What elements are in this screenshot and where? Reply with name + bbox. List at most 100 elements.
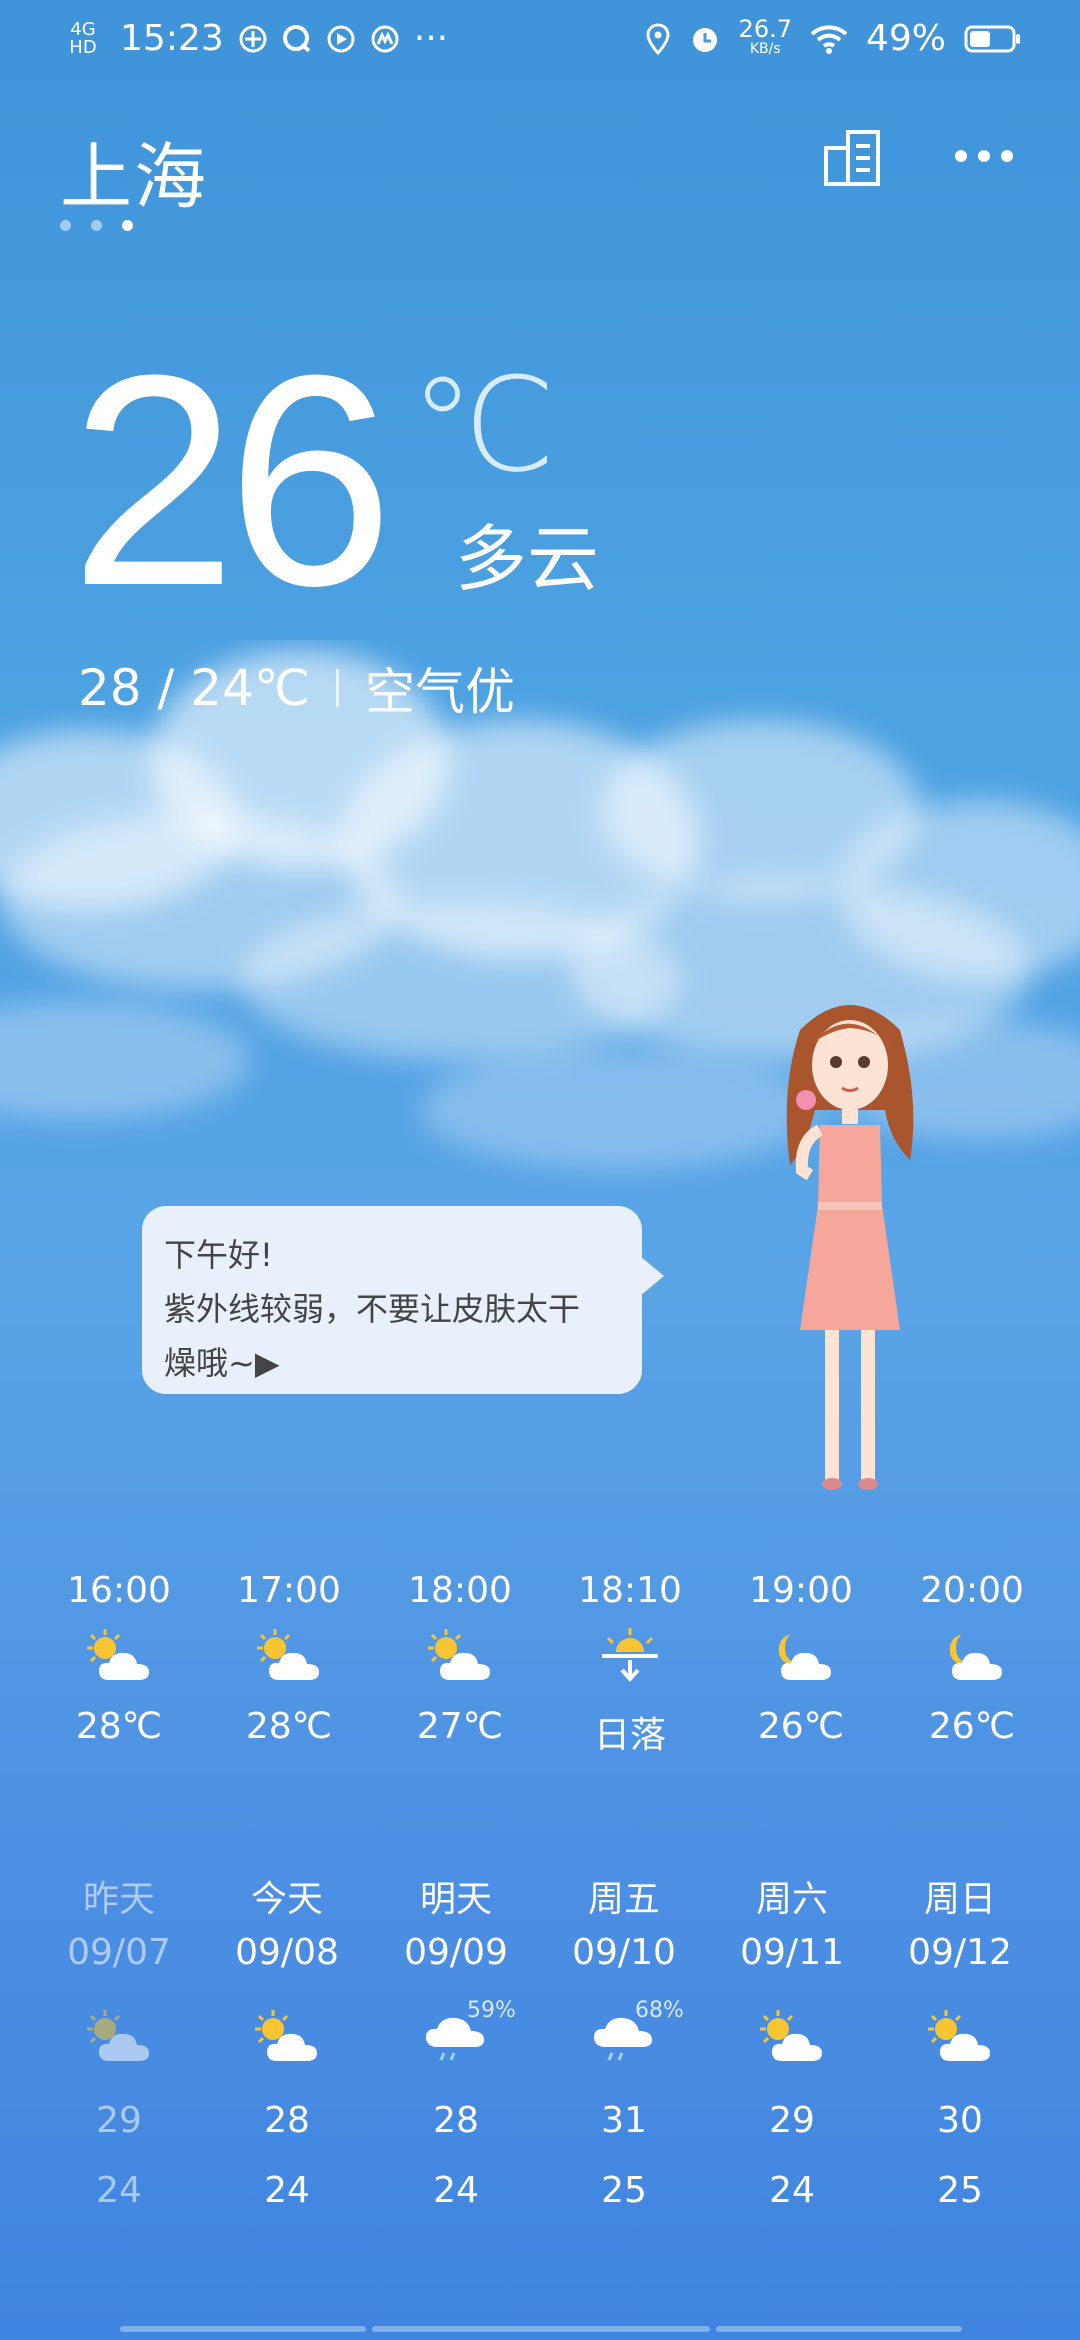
- hour-time: 18:10: [578, 1570, 682, 1611]
- city-manage-button[interactable]: [822, 128, 884, 192]
- day-high: 28: [433, 2100, 479, 2141]
- assistant-speech-bubble[interactable]: 下午好! 紫外线较弱，不要让皮肤太干 燥哦~▶: [142, 1206, 664, 1394]
- day-high: 30: [937, 2100, 983, 2141]
- hour-time: 17:00: [237, 1570, 341, 1611]
- building-icon: [824, 130, 880, 186]
- hour-temperature: 28℃: [75, 1706, 163, 1747]
- status-bar: 4G HD 15:23 ··· 26.7 KB/s 49%: [0, 0, 1080, 84]
- precip-probability: 68%: [635, 1998, 684, 2023]
- assistant-character[interactable]: [770, 990, 930, 1510]
- hour-time: 20:00: [920, 1570, 1024, 1611]
- day-name: 明天: [419, 1879, 492, 1920]
- hourly-forecast[interactable]: 16:00 28℃ 17:00 28℃ 18:00 27℃ 18:10 日落 1…: [0, 1570, 1080, 1770]
- greeting-text: 下午好!: [164, 1236, 273, 1274]
- location-icon: [645, 22, 671, 55]
- day-high: 29: [769, 2100, 815, 2141]
- qq-browser-icon: [282, 24, 312, 54]
- clock: 15:23: [120, 18, 224, 59]
- partly-cloudy-day-icon: [707, 1992, 877, 2082]
- weather-condition: 多云: [455, 517, 600, 601]
- day-date: 09/08: [235, 1932, 339, 1973]
- app-notification-icon: [370, 24, 400, 54]
- speed-value: 26.7: [738, 14, 792, 43]
- hour-temperature: 26℃: [757, 1706, 845, 1747]
- weather-screen: 4G HD 15:23 ··· 26.7 KB/s 49% 上海 26 ℃ 多云…: [0, 0, 1080, 2340]
- day-low: 25: [937, 2170, 983, 2211]
- hour-temperature: 28℃: [245, 1706, 333, 1747]
- wifi-icon: [810, 24, 848, 54]
- day-low: 24: [769, 2170, 815, 2211]
- daily-item[interactable]: 今天 09/08 28 24: [202, 1870, 372, 2211]
- partly-cloudy-day-icon: [34, 1992, 204, 2082]
- high-low-temperature: 28 / 24℃: [78, 659, 311, 717]
- more-options-button[interactable]: [954, 148, 1014, 167]
- partly-cloudy-day-icon: [34, 1614, 204, 1698]
- hour-time: 16:00: [67, 1570, 171, 1611]
- hourly-item: 19:00 26℃: [716, 1570, 886, 1747]
- scroll-track-segment: [372, 2326, 710, 2332]
- day-low: 25: [601, 2170, 647, 2211]
- day-date: 09/12: [908, 1932, 1012, 1973]
- daily-forecast[interactable]: 昨天 09/07 29 24 今天 09/08 28 24 明天 09/09 5…: [0, 1870, 1080, 2270]
- day-high: 28: [264, 2100, 310, 2141]
- daily-item[interactable]: 周日 09/12 30 25: [875, 1870, 1045, 2211]
- partly-cloudy-day-icon: [875, 1992, 1045, 2082]
- partly-cloudy-day-icon: [202, 1992, 372, 2082]
- day-name: 周五: [587, 1879, 660, 1920]
- page-dot-active: [122, 220, 133, 231]
- day-low: 24: [264, 2170, 310, 2211]
- sunset-icon: [545, 1614, 715, 1698]
- hourly-item: 18:00 27℃: [375, 1570, 545, 1747]
- hour-temperature: 日落: [593, 1715, 666, 1756]
- hourly-item: 18:10 日落: [545, 1570, 715, 1758]
- hour-temperature: 26℃: [928, 1706, 1016, 1747]
- china-mobile-icon: [238, 24, 268, 54]
- play-store-icon: [326, 24, 356, 54]
- network-speed: 26.7 KB/s: [738, 14, 792, 59]
- network-indicator: 4G HD: [69, 18, 97, 58]
- page-dot: [60, 220, 71, 231]
- day-date: 09/11: [740, 1932, 844, 1973]
- hourly-item: 17:00 28℃: [204, 1570, 374, 1747]
- day-low: 24: [433, 2170, 479, 2211]
- air-quality[interactable]: 空气优: [365, 652, 515, 724]
- rain-icon: 59%: [371, 1992, 541, 2082]
- battery-percent: 49%: [865, 18, 946, 59]
- hourly-item: 16:00 28℃: [34, 1570, 204, 1747]
- tip-text-line1: 紫外线较弱，不要让皮肤太干: [164, 1290, 581, 1328]
- partly-cloudy-night-icon: [887, 1614, 1057, 1698]
- day-date: 09/09: [404, 1932, 508, 1973]
- more-notifications-icon: ···: [413, 18, 449, 59]
- day-name: 昨天: [82, 1879, 155, 1920]
- daily-item[interactable]: 明天 09/09 59% 28 24: [371, 1870, 541, 2211]
- battery-icon: [964, 24, 1022, 54]
- rain-icon: 68%: [539, 1992, 709, 2082]
- current-temperature: 26: [70, 312, 394, 648]
- daily-item[interactable]: 周六 09/11 29 24: [707, 1870, 877, 2211]
- day-date: 09/07: [67, 1932, 171, 1973]
- more-dots-icon: [955, 150, 1013, 162]
- daily-item[interactable]: 周五 09/10 68% 31 25: [539, 1870, 709, 2211]
- tip-text-line2: 燥哦~▶: [164, 1344, 280, 1382]
- city-name[interactable]: 上海: [60, 118, 208, 223]
- precip-probability: 59%: [467, 1998, 516, 2023]
- hour-time: 18:00: [408, 1570, 512, 1611]
- temperature-unit: ℃: [410, 349, 556, 501]
- page-indicator: [60, 220, 133, 231]
- scroll-track-segment: [716, 2326, 962, 2332]
- hour-temperature: 27℃: [416, 1706, 504, 1747]
- day-name: 周日: [923, 1879, 996, 1920]
- day-high: 29: [96, 2100, 142, 2141]
- partly-cloudy-day-icon: [375, 1614, 545, 1698]
- partly-cloudy-night-icon: [716, 1614, 886, 1698]
- day-high: 31: [601, 2100, 647, 2141]
- page-dot: [91, 220, 102, 231]
- today-summary: 28 / 24℃ 空气优: [78, 652, 515, 724]
- partly-cloudy-day-icon: [204, 1614, 374, 1698]
- daily-item[interactable]: 昨天 09/07 29 24: [34, 1870, 204, 2211]
- day-name: 今天: [250, 1879, 323, 1920]
- hour-time: 19:00: [749, 1570, 853, 1611]
- day-low: 24: [96, 2170, 142, 2211]
- hourly-item: 20:00 26℃: [887, 1570, 1057, 1747]
- divider: [336, 669, 340, 707]
